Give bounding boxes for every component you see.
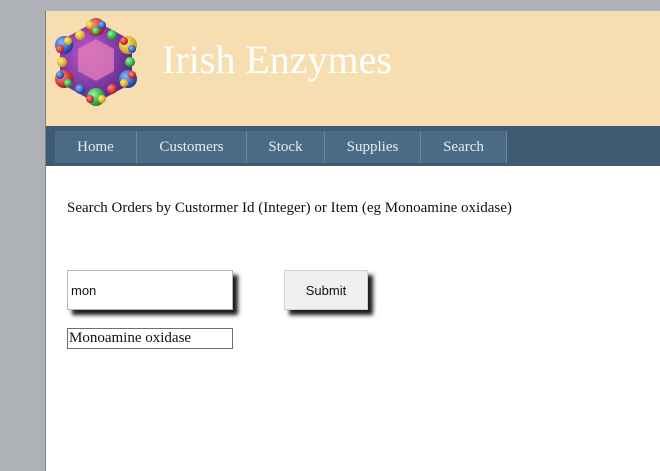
search-input[interactable] bbox=[67, 270, 233, 310]
nav-item-search[interactable]: Search bbox=[421, 131, 507, 163]
nav-item-home[interactable]: Home bbox=[55, 131, 137, 163]
autocomplete-suggestion[interactable]: Monoamine oxidase bbox=[67, 328, 233, 349]
enzyme-molecule-logo bbox=[55, 18, 137, 106]
site-header: Irish Enzymes bbox=[46, 11, 660, 126]
site-title: Irish Enzymes bbox=[162, 37, 392, 82]
nav-item-supplies[interactable]: Supplies bbox=[325, 131, 421, 163]
page: Irish Enzymes Home Customers Stock Suppl… bbox=[45, 11, 660, 471]
nav-item-customers[interactable]: Customers bbox=[137, 131, 247, 163]
search-instructions: Search Orders by Custormer Id (Integer) … bbox=[67, 200, 512, 216]
nav-item-stock[interactable]: Stock bbox=[247, 131, 325, 163]
main-nav: Home Customers Stock Supplies Search bbox=[46, 126, 660, 166]
submit-button[interactable]: Submit bbox=[284, 270, 368, 310]
